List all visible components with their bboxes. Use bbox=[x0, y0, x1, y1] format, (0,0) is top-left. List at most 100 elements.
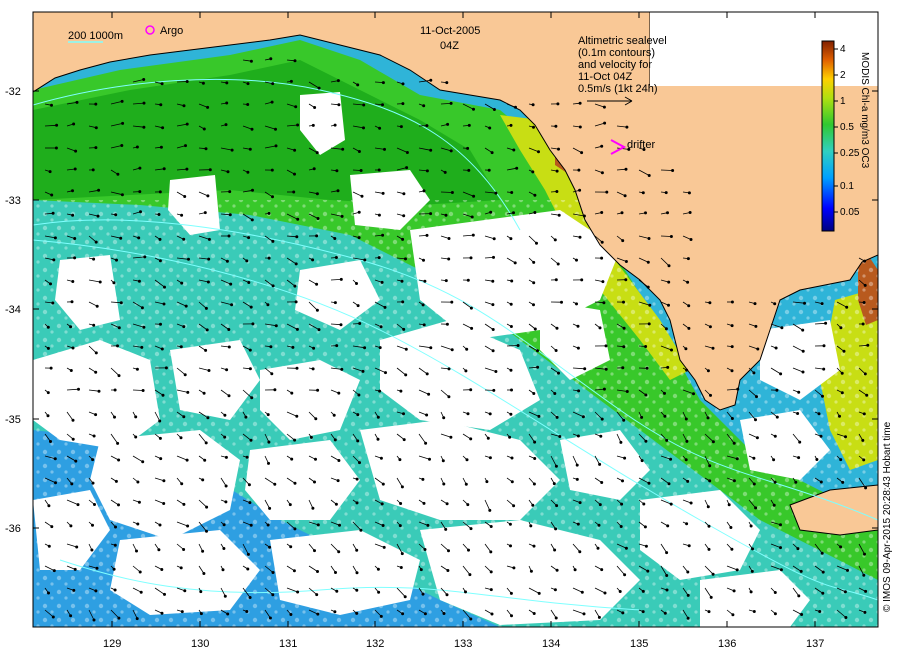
velocity-arrow-head bbox=[402, 327, 406, 331]
velocity-arrow-head bbox=[403, 257, 407, 261]
velocity-arrow-head bbox=[424, 441, 428, 445]
velocity-arrow-head bbox=[249, 59, 253, 63]
velocity-arrow-head bbox=[797, 594, 801, 598]
velocity-arrow-head bbox=[293, 527, 297, 531]
colorbar-tick-label: 2 bbox=[840, 70, 846, 81]
velocity-arrow-head bbox=[443, 170, 447, 174]
velocity-arrow-head bbox=[227, 234, 231, 238]
velocity-arrow-head bbox=[335, 344, 339, 348]
velocity-arrow-head bbox=[644, 344, 648, 348]
velocity-arrow-head bbox=[819, 480, 823, 484]
velocity-arrow-head bbox=[422, 501, 426, 505]
velocity-arrow-head bbox=[316, 612, 320, 616]
velocity-arrow-head bbox=[247, 280, 251, 284]
velocity-arrow-head bbox=[182, 325, 186, 329]
velocity-arrow-head bbox=[141, 388, 145, 392]
velocity-arrow-head bbox=[179, 566, 183, 570]
velocity-arrow-head bbox=[646, 569, 650, 573]
velocity-arrow-head bbox=[537, 150, 541, 154]
velocity-arrow-head bbox=[159, 103, 163, 107]
velocity-arrow-head bbox=[532, 303, 536, 307]
velocity-arrow-head bbox=[137, 500, 141, 504]
velocity-arrow-head bbox=[268, 506, 272, 510]
velocity-arrow-head bbox=[862, 573, 866, 577]
velocity-arrow-head bbox=[355, 571, 359, 575]
velocity-arrow-head bbox=[575, 258, 579, 262]
velocity-arrow-head bbox=[754, 418, 758, 422]
velocity-arrow-head bbox=[336, 79, 340, 83]
velocity-arrow-head bbox=[94, 413, 98, 417]
velocity-arrow-head bbox=[337, 523, 341, 527]
velocity-arrow-head bbox=[580, 590, 584, 594]
velocity-arrow-head bbox=[355, 501, 359, 505]
velocity-arrow-head bbox=[577, 389, 581, 393]
velocity-arrow-head bbox=[289, 545, 293, 549]
velocity-arrow-head bbox=[162, 302, 166, 306]
velocity-arrow-head bbox=[381, 524, 385, 528]
velocity-arrow-head bbox=[246, 567, 250, 571]
velocity-arrow-head bbox=[380, 280, 384, 284]
velocity-arrow-head bbox=[471, 233, 475, 237]
velocity-arrow-head bbox=[819, 434, 823, 438]
velocity-arrow-head bbox=[229, 282, 233, 286]
velocity-arrow-head bbox=[599, 434, 603, 438]
velocity-arrow-head bbox=[580, 278, 584, 282]
velocity-arrow-head bbox=[646, 285, 650, 289]
velocity-arrow-head bbox=[491, 255, 495, 259]
velocity-arrow-head bbox=[337, 550, 341, 554]
velocity-arrow-head bbox=[821, 394, 825, 398]
velocity-arrow-head bbox=[427, 392, 431, 396]
velocity-arrow-head bbox=[537, 414, 541, 418]
velocity-arrow-head bbox=[573, 568, 577, 572]
colorbar-title: MODIS Chl-a mg/m3 OC3 bbox=[859, 52, 870, 169]
velocity-arrow-head bbox=[400, 485, 404, 489]
longitude-label: 134 bbox=[542, 638, 560, 650]
velocity-arrow-head bbox=[464, 482, 468, 486]
velocity-arrow-head bbox=[90, 548, 94, 552]
velocity-arrow-head bbox=[377, 168, 381, 172]
velocity-arrow-head bbox=[401, 412, 405, 416]
velocity-arrow-head bbox=[296, 217, 300, 221]
velocity-arrow-head bbox=[92, 323, 96, 327]
velocity-arrow-head bbox=[531, 170, 535, 174]
velocity-arrow-head bbox=[204, 147, 208, 151]
velocity-arrow-head bbox=[335, 169, 339, 173]
velocity-arrow-head bbox=[557, 213, 561, 217]
velocity-arrow-head bbox=[754, 506, 758, 510]
velocity-arrow-head bbox=[773, 612, 777, 616]
velocity-arrow-head bbox=[466, 503, 470, 507]
velocity-arrow-head bbox=[863, 259, 867, 263]
velocity-arrow-head bbox=[796, 547, 800, 551]
velocity-arrow-head bbox=[222, 523, 226, 527]
velocity-arrow-head bbox=[158, 523, 162, 527]
velocity-arrow-head bbox=[533, 210, 537, 214]
velocity-arrow-head bbox=[95, 304, 99, 308]
velocity-arrow-head bbox=[52, 569, 56, 573]
velocity-arrow-head bbox=[602, 105, 606, 109]
velocity-arrow-head bbox=[665, 574, 669, 578]
velocity-arrow-head bbox=[602, 301, 606, 305]
velocity-arrow-head bbox=[552, 482, 556, 486]
velocity-arrow-head bbox=[245, 259, 249, 263]
velocity-arrow-head bbox=[71, 189, 75, 193]
velocity-arrow-head bbox=[381, 81, 385, 85]
velocity-arrow-head bbox=[185, 80, 189, 84]
velocity-arrow-head bbox=[749, 524, 753, 528]
longitude-label: 129 bbox=[103, 638, 121, 650]
velocity-arrow-head bbox=[380, 103, 384, 107]
velocity-arrow-head bbox=[401, 237, 405, 241]
velocity-arrow-head bbox=[270, 372, 274, 376]
velocity-arrow-head bbox=[296, 123, 300, 127]
velocity-arrow-head bbox=[72, 588, 76, 592]
velocity-arrow-head bbox=[818, 610, 822, 614]
velocity-arrow-head bbox=[293, 438, 297, 442]
velocity-arrow-head bbox=[248, 596, 252, 600]
velocity-arrow-head bbox=[401, 612, 405, 616]
velocity-arrow-head bbox=[442, 612, 446, 616]
velocity-arrow-head bbox=[273, 388, 277, 392]
velocity-arrow-head bbox=[688, 210, 692, 214]
velocity-arrow-head bbox=[333, 610, 337, 614]
velocity-arrow-head bbox=[555, 415, 559, 419]
velocity-arrow-head bbox=[580, 151, 584, 155]
velocity-arrow-head bbox=[376, 567, 380, 571]
